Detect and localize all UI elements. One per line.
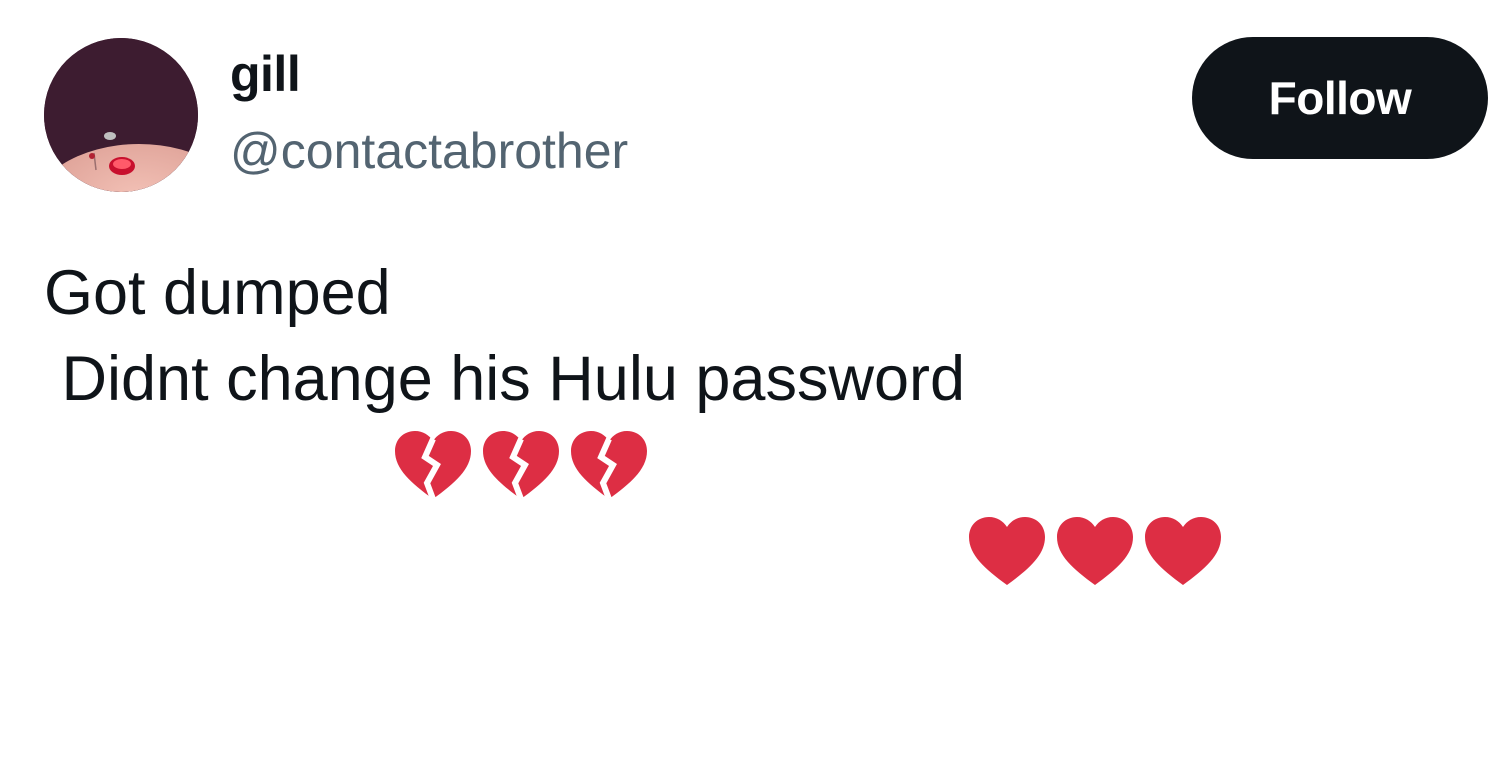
avatar-image — [44, 38, 198, 192]
user-handle[interactable]: @contactabrother — [230, 120, 628, 182]
tweet-line-1-text: Got dumped — [44, 258, 391, 328]
tweet-line-2-text: Didnt change his Hulu password — [44, 344, 966, 414]
red-heart-icon — [1053, 341, 1137, 585]
follow-button[interactable]: Follow — [1192, 37, 1488, 159]
tweet-line-1: Got dumped — [44, 250, 1229, 501]
avatar[interactable] — [44, 38, 198, 192]
tweet-line-2: Didnt change his Hulu password — [44, 336, 1229, 585]
broken-heart-icon — [479, 255, 563, 501]
red-heart-icon — [1141, 341, 1225, 585]
broken-heart-icon — [567, 255, 651, 501]
red-heart-icon — [965, 341, 1049, 585]
display-name[interactable]: gill — [230, 44, 301, 104]
tweet-text: Got dumped Didnt change his Hulu passwor… — [44, 250, 1229, 585]
broken-heart-icon — [391, 255, 475, 501]
tweet-card: gill @contactabrother Follow Got dumped — [0, 0, 1504, 585]
